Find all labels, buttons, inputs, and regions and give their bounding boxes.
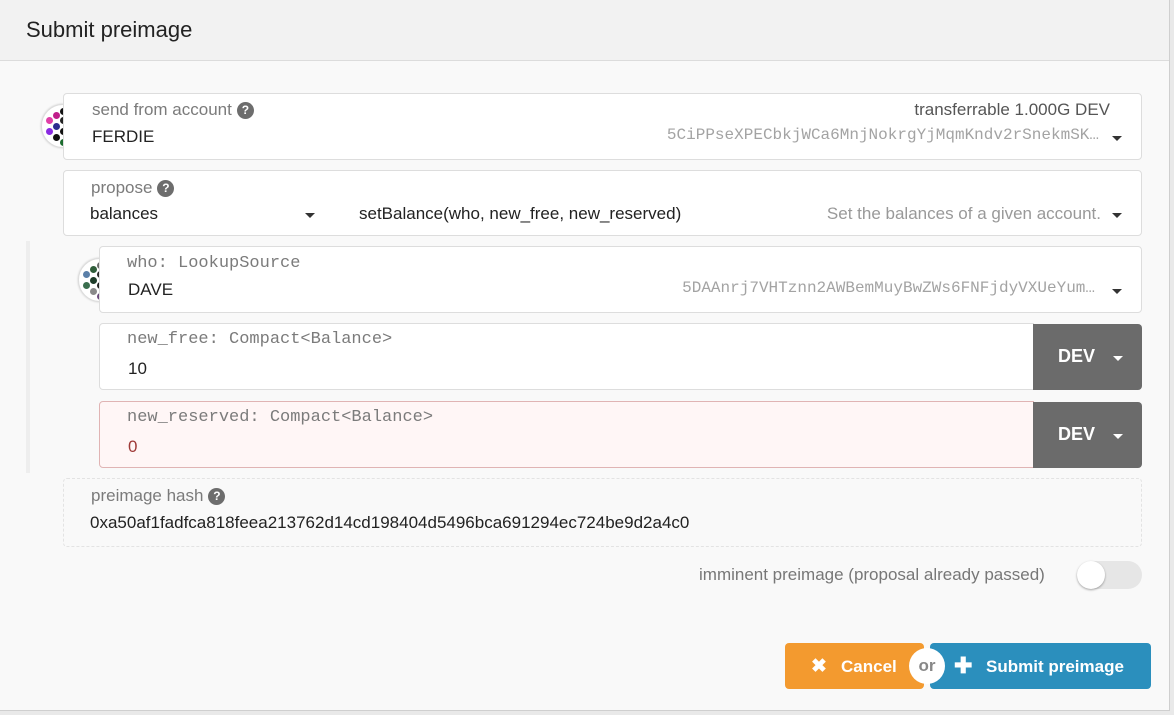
plus-icon: ✚ <box>954 653 973 678</box>
new-reserved-unit-select[interactable]: DEV <box>1033 402 1142 468</box>
who-account-field[interactable]: who: LookupSource DAVE 5DAAnrj7VHTznn2AW… <box>99 246 1142 313</box>
sender-address: 5CiPPseXPECbkjWCa6MnjNokrgYjMqmKndv2rSne… <box>666 126 1099 144</box>
method-select[interactable]: setBalance(who, new_free, new_reserved) <box>359 204 681 224</box>
new-reserved-input[interactable]: new_reserved: Compact<Balance> 0 <box>99 401 1034 468</box>
propose-field: propose? balances setBalance(who, new_fr… <box>63 170 1142 236</box>
sender-label: send from account <box>92 100 232 119</box>
who-dropdown-icon[interactable] <box>1112 289 1122 294</box>
imminent-toggle[interactable] <box>1077 561 1142 589</box>
close-icon: ✖ <box>811 656 827 677</box>
submit-preimage-modal: Submit preimage send from account? FERDI… <box>0 0 1170 711</box>
method-dropdown-icon[interactable] <box>1112 213 1122 218</box>
or-separator: or <box>909 648 945 684</box>
preimage-hash-label: preimage hash <box>91 486 204 505</box>
new-free-input[interactable]: new_free: Compact<Balance> 10 <box>99 323 1034 390</box>
sender-name: FERDIE <box>92 127 155 146</box>
submit-preimage-button[interactable]: ✚ Submit preimage <box>930 643 1151 689</box>
new-free-value[interactable]: 10 <box>128 359 147 379</box>
cancel-label: Cancel <box>841 657 897 676</box>
module-dropdown-icon[interactable] <box>305 213 315 218</box>
new-free-unit: DEV <box>1058 346 1096 366</box>
propose-label: propose <box>91 178 153 197</box>
new-free-label: new_free: Compact<Balance> <box>127 330 393 349</box>
who-address: 5DAAnrj7VHTznn2AWBemMuyBwZWs6FNFjdyVXUeY… <box>682 279 1095 297</box>
submit-label: Submit preimage <box>986 657 1124 676</box>
sender-dropdown-icon[interactable] <box>1112 136 1122 141</box>
preimage-hash-field: preimage hash? 0xa50af1fadfca818feea2137… <box>63 478 1142 547</box>
new-reserved-value[interactable]: 0 <box>128 437 137 457</box>
method-description: Set the balances of a given account. <box>826 204 1101 223</box>
preimage-hash-value: 0xa50af1fadfca818feea213762d14cd198404d5… <box>90 513 690 532</box>
toggle-knob <box>1077 561 1105 589</box>
help-icon[interactable]: ? <box>236 102 254 119</box>
help-icon[interactable]: ? <box>208 488 226 505</box>
new-reserved-label: new_reserved: Compact<Balance> <box>127 408 434 427</box>
imminent-label: imminent preimage (proposal already pass… <box>699 565 1045 584</box>
modal-title: Submit preimage <box>0 0 1169 61</box>
who-label: who: LookupSource <box>127 254 301 273</box>
help-icon[interactable]: ? <box>157 180 175 197</box>
unit-dropdown-icon <box>1113 356 1123 361</box>
sender-account-field[interactable]: send from account? FERDIE transferrable … <box>63 93 1142 160</box>
cancel-button[interactable]: ✖ Cancel <box>785 643 924 689</box>
module-select[interactable]: balances <box>90 204 158 224</box>
unit-dropdown-icon <box>1113 434 1123 439</box>
who-name: DAVE <box>128 280 174 299</box>
new-reserved-unit: DEV <box>1058 424 1096 444</box>
sender-balance: transferrable 1.000G DEV <box>914 100 1110 119</box>
new-free-unit-select[interactable]: DEV <box>1033 324 1142 390</box>
params-indent-bar <box>26 241 30 473</box>
